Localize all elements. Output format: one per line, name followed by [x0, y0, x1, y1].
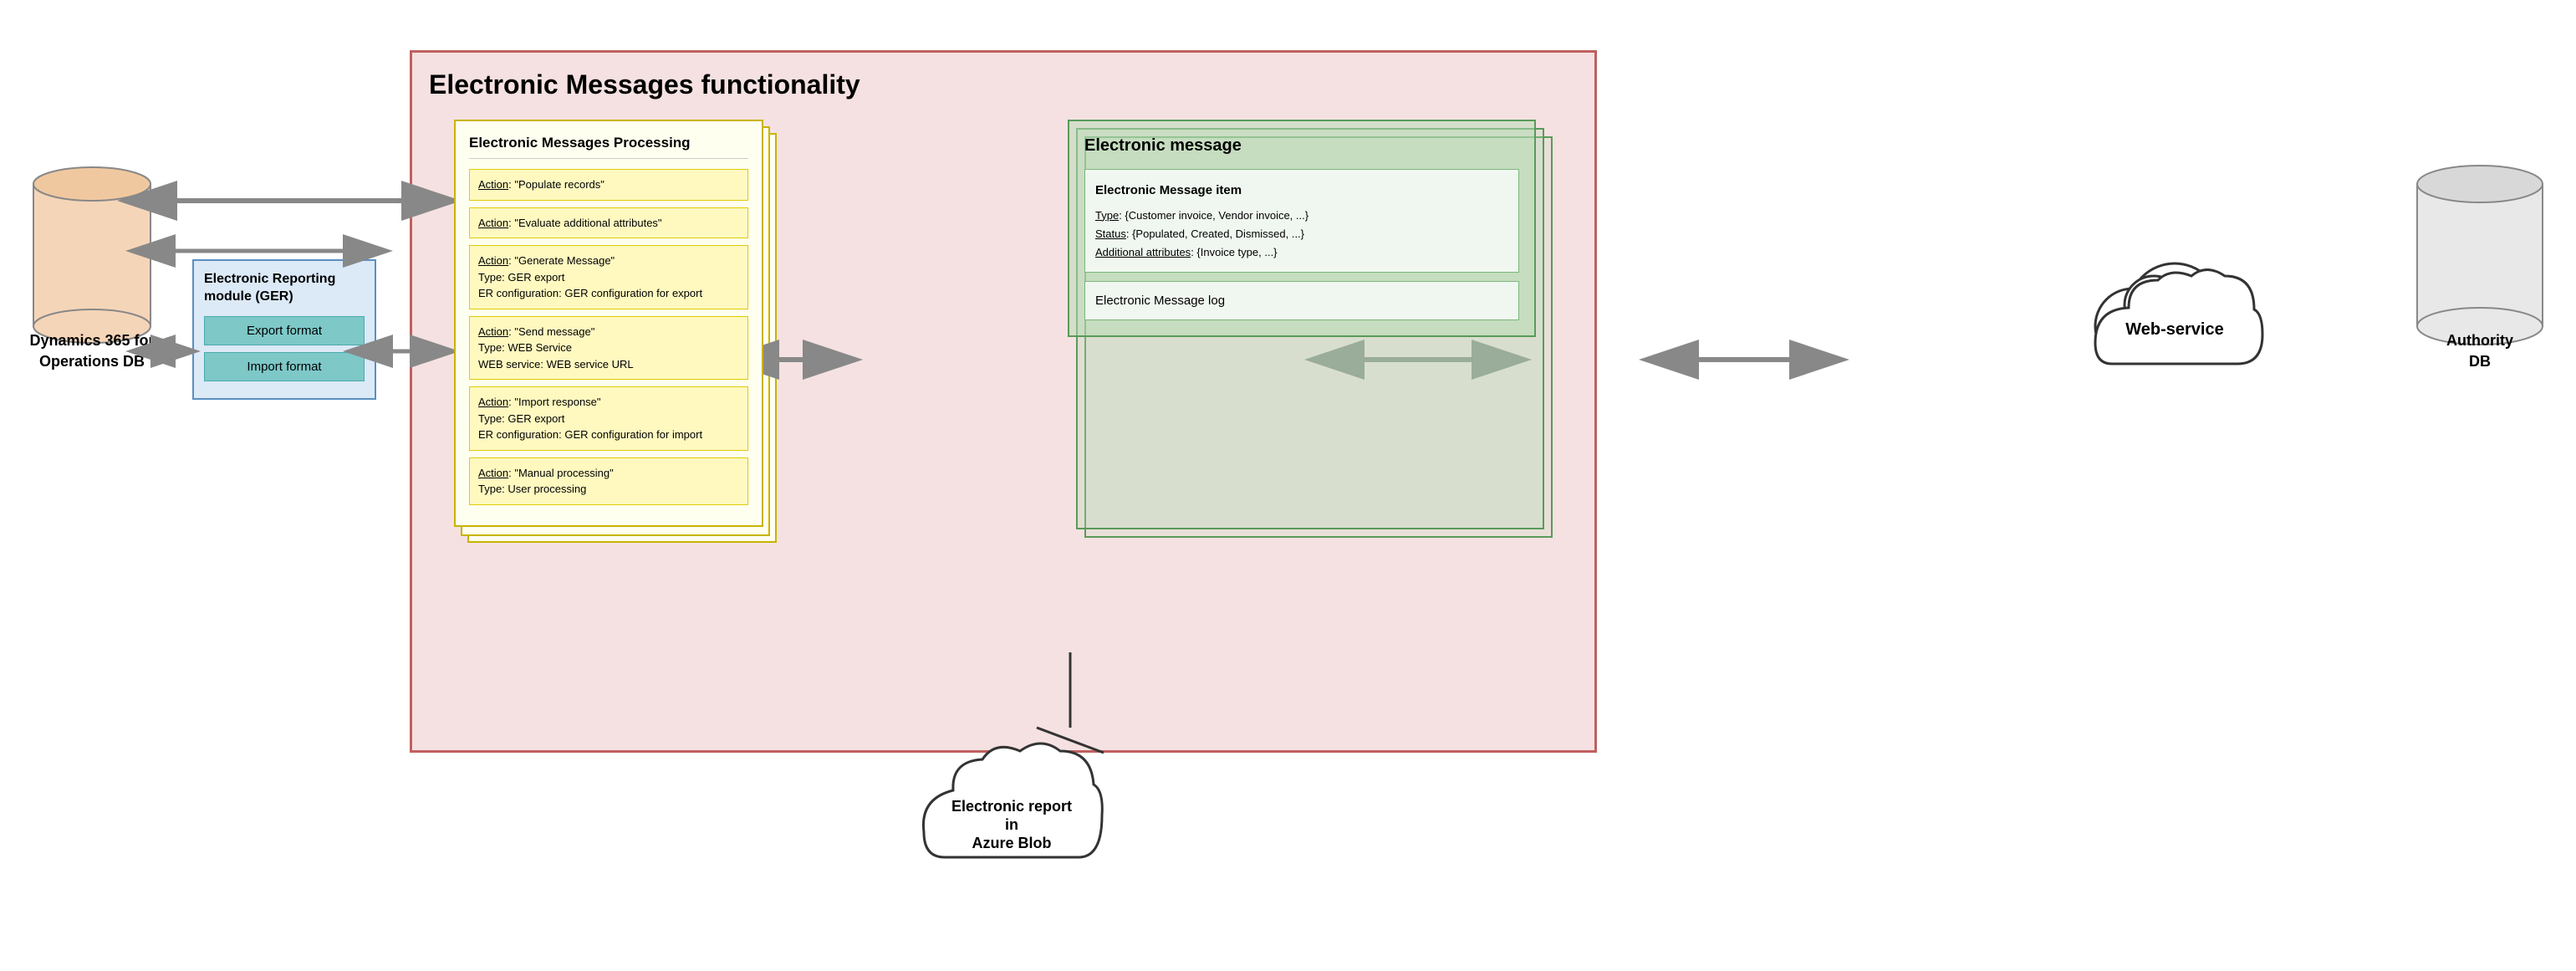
svg-text:Electronic report: Electronic report — [951, 798, 1072, 815]
svg-text:in: in — [1005, 816, 1018, 833]
diagram-container: Dynamics 365 for Operations DB Electroni… — [0, 0, 2576, 971]
em-processing-stack: Electronic Messages Processing Action: "… — [454, 120, 780, 554]
em-log-box: Electronic Message log — [1084, 281, 1519, 320]
authority-db: AuthorityDB — [2409, 151, 2551, 372]
er-module-title: Electronic Reporting module (GER) — [204, 271, 365, 306]
action-generate: Action: "Generate Message" Type: GER exp… — [469, 245, 748, 309]
em-processing-card: Electronic Messages Processing Action: "… — [454, 120, 763, 527]
dynamics-db: Dynamics 365 for Operations DB — [25, 151, 159, 372]
em-message-main: Electronic message Electronic Message it… — [1068, 120, 1536, 337]
em-item-title: Electronic Message item — [1095, 180, 1508, 202]
action-populate: Action: "Populate records" — [469, 169, 748, 201]
svg-text:Web-service: Web-service — [2125, 320, 2223, 339]
em-functionality-title: Electronic Messages functionality — [429, 69, 1578, 100]
export-format-button[interactable]: Export format — [204, 316, 365, 345]
svg-text:Azure Blob: Azure Blob — [972, 835, 1051, 851]
action-import: Action: "Import response" Type: GER expo… — [469, 386, 748, 451]
em-message-title: Electronic message — [1084, 136, 1519, 156]
processing-title: Electronic Messages Processing — [469, 135, 748, 159]
action-evaluate: Action: "Evaluate additional attributes" — [469, 207, 748, 239]
er-module: Electronic Reporting module (GER) Export… — [192, 259, 376, 400]
import-format-button[interactable]: Import format — [204, 352, 365, 381]
webservice-cloud: Web-service — [2083, 259, 2250, 381]
action-send: Action: "Send message" Type: WEB Service… — [469, 316, 748, 381]
azure-blob-cloud: Electronic report in Azure Blob — [911, 736, 1095, 874]
em-item-box: Electronic Message item Type: {Customer … — [1084, 169, 1519, 273]
em-functionality-container: Electronic Messages functionality Electr… — [410, 50, 1597, 753]
action-manual: Action: "Manual processing" Type: User p… — [469, 457, 748, 505]
dynamics-db-label: Dynamics 365 for Operations DB — [25, 330, 159, 372]
